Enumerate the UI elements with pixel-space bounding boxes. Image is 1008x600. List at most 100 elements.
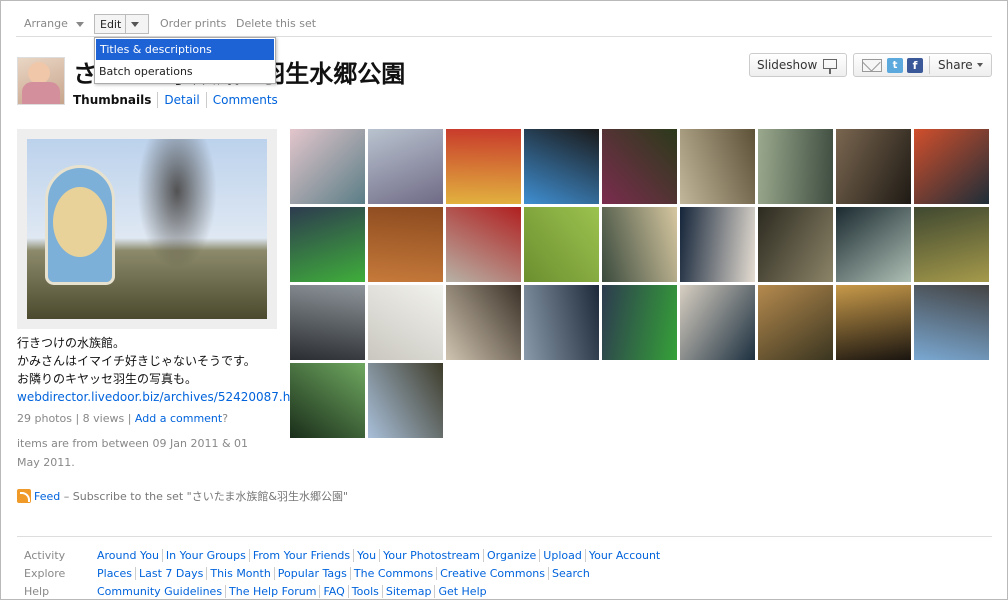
date-range: items are from between 09 Jan 2011 & 01 … <box>17 437 249 469</box>
photo-thumbnail[interactable] <box>524 129 599 204</box>
footer-link[interactable]: Around You <box>97 549 162 562</box>
footer-link[interactable]: In Your Groups <box>161 549 249 562</box>
photo-thumbnail[interactable] <box>524 285 599 360</box>
set-cover-photo[interactable] <box>17 129 277 329</box>
photo-thumbnail[interactable] <box>836 285 911 360</box>
divider <box>125 15 126 33</box>
photo-thumbnail[interactable] <box>524 207 599 282</box>
photo-thumbnail[interactable] <box>290 207 365 282</box>
photo-thumbnail[interactable] <box>368 129 443 204</box>
arrange-menu[interactable]: Arrange <box>24 14 84 34</box>
footer-link[interactable]: The Help Forum <box>225 585 320 598</box>
description-line: お隣りのキヤッセ羽生の写真も。 <box>17 372 198 386</box>
menu-item-titles-descriptions[interactable]: Titles & descriptions <box>96 39 274 60</box>
photo-thumbnail[interactable] <box>836 129 911 204</box>
tree-shape <box>137 139 217 269</box>
fish-shape <box>53 187 107 257</box>
footer-links: Around You In Your Groups From Your Friend… <box>97 547 664 565</box>
delete-set-link[interactable]: Delete this set <box>236 14 316 34</box>
footer-row-label: Help <box>24 585 50 598</box>
photo-thumbnail[interactable] <box>758 129 833 204</box>
add-comment-link[interactable]: Add a comment <box>135 412 222 425</box>
set-toolbar: Arrange Edit Order prints Delete this se… <box>16 11 992 37</box>
footer-link[interactable]: Organize <box>483 549 540 562</box>
tab-thumbnails[interactable]: Thumbnails <box>73 92 157 108</box>
tab-detail[interactable]: Detail <box>157 92 205 108</box>
footer-row-label: Explore <box>24 567 66 580</box>
order-prints-link[interactable]: Order prints <box>160 14 226 34</box>
slideshow-label: Slideshow <box>757 58 818 72</box>
chevron-down-icon[interactable] <box>131 22 139 27</box>
photo-thumbnail[interactable] <box>290 129 365 204</box>
footer-link[interactable]: Last 7 Days <box>134 567 207 580</box>
slideshow-button[interactable]: Slideshow <box>749 53 847 77</box>
footer-row-activity: Activity Around You In Your Groups From You… <box>17 547 992 565</box>
avatar-body <box>22 82 60 104</box>
cover-image <box>27 139 267 319</box>
arrange-label: Arrange <box>24 17 68 30</box>
footer-link[interactable]: You <box>353 549 380 562</box>
footer-link[interactable]: Sitemap <box>381 585 435 598</box>
photo-thumbnail[interactable] <box>368 363 443 438</box>
set-description: 行きつけの水族館。 かみさんはイマイチ好きじゃないそうです。 お隣りのキヤッセ羽… <box>17 334 310 406</box>
photo-thumbnail[interactable] <box>680 207 755 282</box>
footer-link[interactable]: Places <box>97 567 135 580</box>
footer-link[interactable]: Search <box>548 567 593 580</box>
footer-link[interactable]: Tools <box>347 585 382 598</box>
photo-thumbnail[interactable] <box>680 285 755 360</box>
feed-link[interactable]: Feed <box>34 490 60 503</box>
site-footer: Activity Around You In Your Groups From You… <box>17 536 992 600</box>
set-stats: 29 photos | 8 views | Add a comment? <box>17 412 229 425</box>
footer-row-explore: Explore Places Last 7 Days This Month Popula… <box>17 565 992 583</box>
avatar[interactable] <box>17 57 65 105</box>
facebook-icon[interactable]: f <box>907 58 923 73</box>
photo-thumbnail[interactable] <box>836 207 911 282</box>
photo-thumbnail[interactable] <box>758 207 833 282</box>
footer-link[interactable]: Community Guidelines <box>97 585 225 598</box>
photo-thumbnail[interactable] <box>446 129 521 204</box>
description-link[interactable]: webdirector.livedoor.biz/archives/524200… <box>17 388 310 406</box>
photo-thumbnail[interactable] <box>446 285 521 360</box>
photo-thumbnail[interactable] <box>446 207 521 282</box>
share-button[interactable]: Share <box>938 54 973 76</box>
footer-link[interactable]: Popular Tags <box>273 567 350 580</box>
twitter-icon[interactable]: t <box>887 58 903 73</box>
photo-thumbnail[interactable] <box>914 285 989 360</box>
chevron-down-icon[interactable] <box>977 63 983 67</box>
description-line: 行きつけの水族館。 <box>17 336 126 350</box>
photo-thumbnail[interactable] <box>680 129 755 204</box>
photo-thumbnail[interactable] <box>290 285 365 360</box>
edit-menu-button[interactable]: Edit <box>94 14 149 34</box>
edit-label: Edit <box>100 18 122 31</box>
menu-item-batch-operations[interactable]: Batch operations <box>95 61 275 82</box>
feed-row: Feed – Subscribe to the set "さいたま水族館&羽生水… <box>17 489 348 505</box>
footer-link[interactable]: Your Photostream <box>379 549 484 562</box>
view-count: 8 views <box>82 412 125 425</box>
photo-thumbnail[interactable] <box>758 285 833 360</box>
photo-thumbnail[interactable] <box>368 285 443 360</box>
photo-thumbnail[interactable] <box>368 207 443 282</box>
footer-links: Places Last 7 Days This Month Popular Tags T… <box>97 565 593 583</box>
rss-icon[interactable] <box>17 489 31 503</box>
footer-link[interactable]: The Commons <box>349 567 437 580</box>
footer-link[interactable]: This Month <box>206 567 274 580</box>
photo-thumbnail[interactable] <box>914 207 989 282</box>
footer-link[interactable]: Creative Commons <box>436 567 549 580</box>
photo-thumbnail[interactable] <box>914 129 989 204</box>
description-line: かみさんはイマイチ好きじゃないそうです。 <box>17 354 256 368</box>
tab-comments[interactable]: Comments <box>205 92 284 108</box>
photo-thumbnail[interactable] <box>290 363 365 438</box>
photo-thumbnail[interactable] <box>602 207 677 282</box>
divider <box>929 56 930 74</box>
footer-link[interactable]: Get Help <box>434 585 490 598</box>
email-icon[interactable] <box>862 59 882 72</box>
footer-links: Community Guidelines The Help Forum FAQ Too… <box>97 583 490 600</box>
footer-link[interactable]: FAQ <box>319 585 348 598</box>
photo-thumbnail[interactable] <box>602 129 677 204</box>
photo-count: 29 photos <box>17 412 72 425</box>
footer-link[interactable]: From Your Friends <box>248 549 354 562</box>
footer-link[interactable]: Upload <box>539 549 585 562</box>
view-tabs: Thumbnails Detail Comments <box>73 92 284 108</box>
photo-thumbnail[interactable] <box>602 285 677 360</box>
footer-link[interactable]: Your Account <box>584 549 664 562</box>
